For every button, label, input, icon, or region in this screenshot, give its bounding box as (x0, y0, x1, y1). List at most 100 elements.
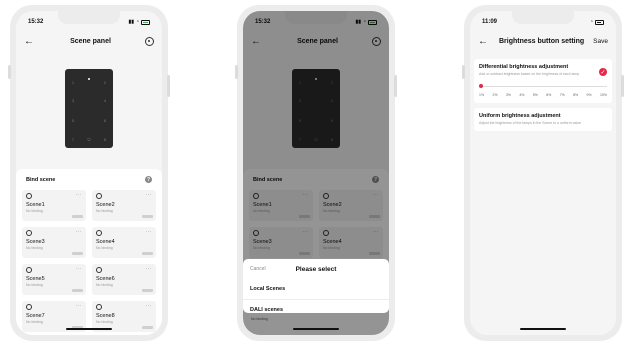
scene-grid: ··· Scene1 No binding ··· Scene2 No binding … (16, 183, 162, 332)
scene-status: No binding (251, 317, 268, 321)
scene-tag (142, 215, 153, 218)
scene-status: No binding (96, 283, 113, 287)
scene-panel-device: 1 2 3 4 5 6 7 ⏻ 8 (65, 69, 113, 148)
more-icon[interactable]: ··· (146, 229, 153, 235)
wifi-icon: ◔ (589, 19, 593, 25)
key-7[interactable]: 7 (67, 137, 79, 142)
key-4[interactable]: 4 (99, 98, 111, 103)
more-icon[interactable]: ··· (146, 266, 153, 272)
key-2[interactable]: 2 (99, 80, 111, 85)
tick: 10% (599, 93, 607, 97)
scene-icon (96, 230, 102, 236)
key-8[interactable]: 8 (99, 137, 111, 142)
scene-status: No binding (96, 246, 113, 250)
key-3[interactable]: 3 (67, 98, 79, 103)
scene-status: No binding (26, 209, 43, 213)
scene-tag (72, 289, 83, 292)
differential-setting[interactable]: Differential brightness adjustment Add o… (474, 59, 612, 103)
home-indicator[interactable] (66, 328, 112, 330)
scene-card-5[interactable]: ··· Scene5 No binding (22, 264, 86, 295)
status-time: 11:09 (482, 19, 498, 25)
key-5[interactable]: 5 (67, 118, 79, 123)
scene-status: No binding (26, 246, 43, 250)
scene-icon (96, 193, 102, 199)
battery-icon (141, 19, 150, 25)
save-button[interactable]: Save (593, 38, 608, 45)
tick: 2% (492, 93, 498, 97)
tick: 1% (479, 93, 485, 97)
home-indicator[interactable] (520, 328, 566, 330)
scene-tag (142, 252, 153, 255)
scene-icon (96, 304, 102, 310)
phone-brightness-setting: 11:09 ◔ ← Brightness button setting Save… (462, 5, 624, 341)
differential-desc: Add or subtract brightness based on the … (479, 72, 580, 76)
checkmark-icon[interactable]: ✓ (599, 68, 607, 76)
tick: 4% (519, 93, 525, 97)
key-1[interactable]: 1 (67, 80, 79, 85)
more-icon[interactable]: ··· (146, 303, 153, 309)
bind-scene-title: Bind scene (26, 176, 56, 183)
uniform-desc: Adjust the brightness of the lamps in th… (479, 121, 581, 125)
key-6[interactable]: 6 (99, 118, 111, 123)
scene-card-3[interactable]: ··· Scene3 No binding (22, 227, 86, 258)
tick: 5% (532, 93, 538, 97)
nav-bar: ← Brightness button setting Save (478, 34, 608, 48)
scene-name: Scene1 (26, 202, 45, 208)
differential-title: Differential brightness adjustment (479, 64, 569, 70)
scene-status: No binding (96, 320, 113, 324)
option-local-scenes[interactable]: Local Scenes (243, 279, 389, 299)
wifi-icon: ◔ (135, 19, 139, 25)
scene-card-6[interactable]: ··· Scene6 No binding (92, 264, 156, 295)
brightness-slider[interactable] (479, 84, 607, 90)
scene-name: Scene2 (96, 202, 115, 208)
phone-scene-panel: 15:32 ▮▮ ◔ ← Scene panel 1 2 3 4 5 6 7 ⏻ … (8, 5, 170, 341)
scene-name: Scene6 (96, 276, 115, 282)
phone-scene-select: 15:32 ▮▮ ◔ ← Scene panel 1 2 3 4 5 6 7 ⏻ … (235, 5, 397, 341)
sheet-title: Please select (295, 265, 337, 273)
scene-icon (26, 193, 32, 199)
scene-name: Scene3 (26, 239, 45, 245)
more-icon[interactable]: ··· (146, 192, 153, 198)
select-sheet: Cancel Please select Local Scenes DALI s… (243, 259, 389, 313)
tick: 9% (586, 93, 592, 97)
tick: 3% (505, 93, 511, 97)
scene-card-2[interactable]: ··· Scene2 No binding (92, 190, 156, 221)
back-arrow-icon[interactable]: ← (24, 36, 36, 47)
tick: 7% (559, 93, 565, 97)
home-indicator[interactable] (293, 328, 339, 330)
nav-bar: ← Scene panel (24, 34, 154, 48)
help-icon[interactable]: ? (145, 176, 152, 183)
scene-tag (72, 252, 83, 255)
scene-card-1[interactable]: ··· Scene1 No binding (22, 190, 86, 221)
scene-status: No binding (96, 209, 113, 213)
cancel-button[interactable]: Cancel (250, 266, 266, 272)
more-icon[interactable]: ··· (76, 303, 83, 309)
scene-status: No binding (26, 283, 43, 287)
more-icon[interactable]: ··· (76, 229, 83, 235)
gear-icon[interactable] (145, 36, 154, 46)
uniform-title: Uniform brightness adjustment (479, 113, 561, 119)
more-icon[interactable]: ··· (76, 192, 83, 198)
bind-scene-panel: Bind scene ? ··· Scene1 No binding ··· Scen… (16, 169, 162, 335)
page-title: Scene panel (70, 37, 111, 45)
scene-icon (26, 230, 32, 236)
uniform-setting[interactable]: Uniform brightness adjustment Adjust the… (474, 108, 612, 131)
scene-icon (96, 267, 102, 273)
slider-knob[interactable] (479, 84, 483, 88)
scene-card-4[interactable]: ··· Scene4 No binding (92, 227, 156, 258)
page-title: Brightness button setting (499, 37, 585, 45)
back-arrow-icon[interactable]: ← (478, 36, 490, 47)
signal-icon: ▮▮ (128, 19, 134, 25)
status-time: 15:32 (28, 19, 44, 25)
screen: 15:32 ▮▮ ◔ ← Scene panel 1 2 3 4 5 6 7 ⏻ … (243, 11, 389, 335)
scene-name: Scene7 (26, 313, 45, 319)
more-icon[interactable]: ··· (76, 266, 83, 272)
scene-tag (142, 289, 153, 292)
scene-status: No binding (26, 320, 43, 324)
power-icon[interactable]: ⏻ (83, 137, 95, 142)
screen: 11:09 ◔ ← Brightness button setting Save… (470, 11, 616, 335)
status-bar: 15:32 ▮▮ ◔ (28, 17, 150, 27)
status-bar: 11:09 ◔ (482, 17, 604, 27)
scene-name: Scene4 (96, 239, 115, 245)
slider-ticks: 1% 2% 3% 4% 5% 6% 7% 8% 9% 10% (479, 93, 607, 97)
